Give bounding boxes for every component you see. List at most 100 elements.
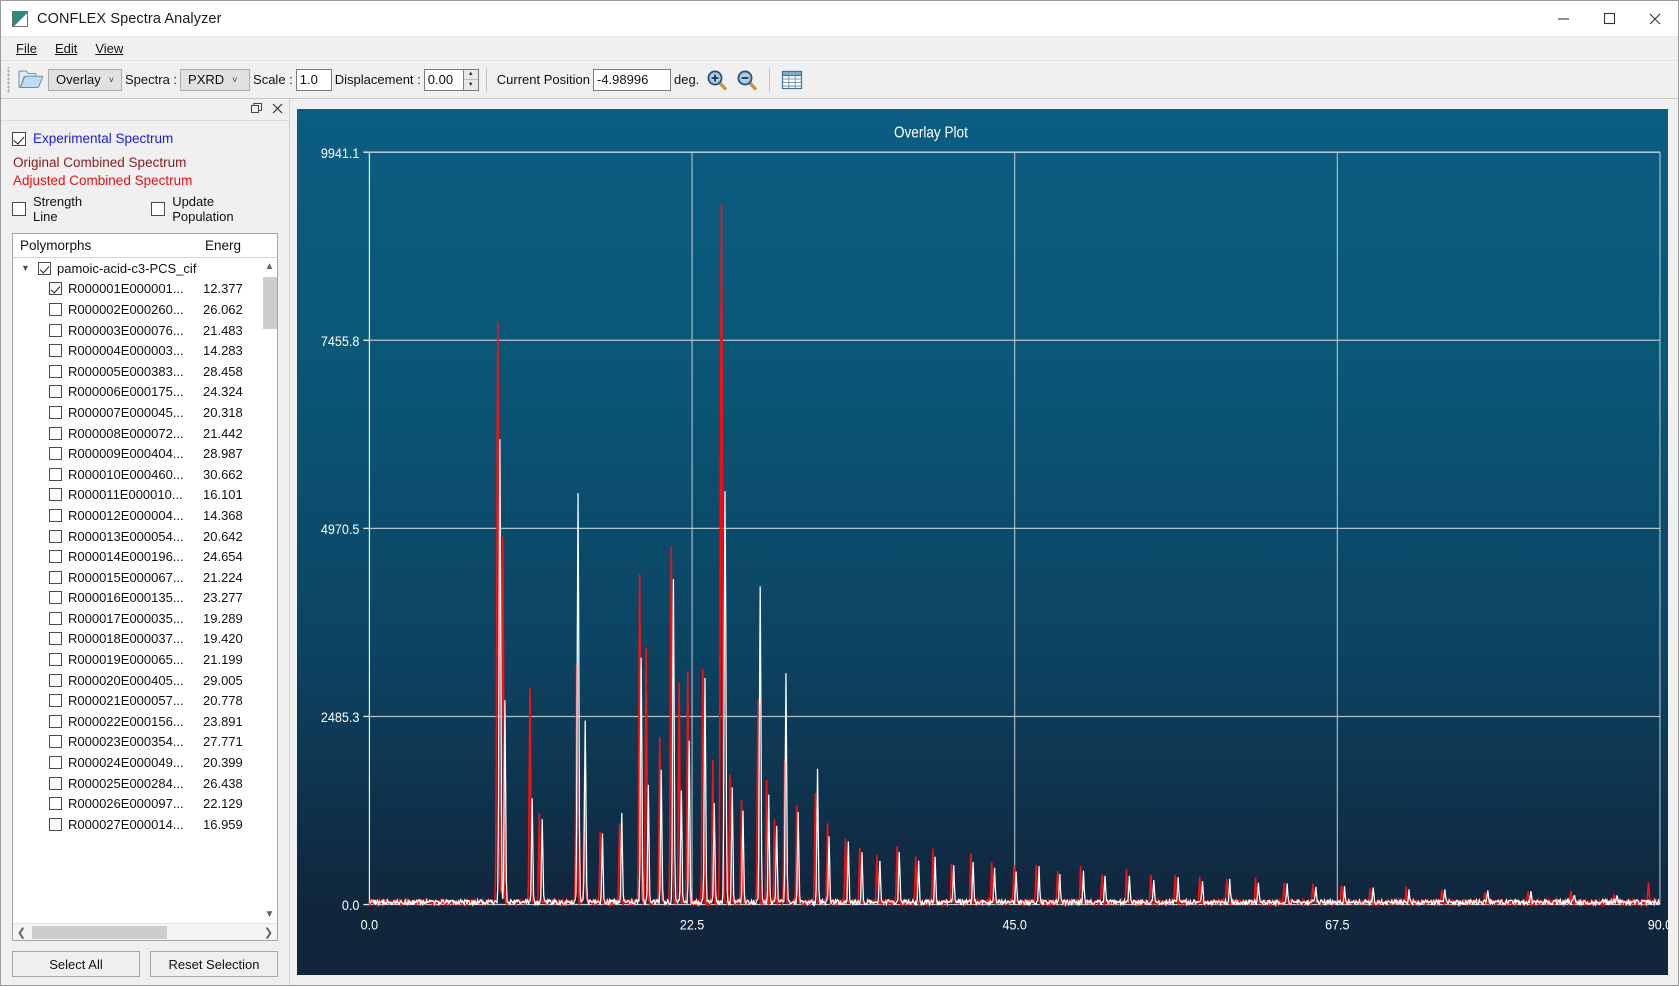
tree-row[interactable]: R000022E000156... 23.891 [13, 711, 277, 732]
tree-row-checkbox[interactable] [49, 488, 62, 502]
tree-row[interactable]: R000009E000404... 28.987 [13, 443, 277, 464]
menu-edit[interactable]: Edit [46, 39, 86, 58]
vscroll-track[interactable] [261, 275, 277, 906]
legend-experimental-row[interactable]: Experimental Spectrum [12, 131, 278, 146]
tree-row-checkbox[interactable] [49, 385, 62, 399]
menu-bar: File Edit View [1, 37, 1678, 61]
tree-row-checkbox[interactable] [49, 611, 62, 625]
zoom-in-button[interactable] [702, 65, 732, 95]
overlay-plot-svg[interactable]: Overlay Plot 0.0 2485.3 4970.5 7455.8 9941.1 0… [297, 109, 1668, 975]
tree-row-checkbox[interactable] [49, 673, 62, 687]
open-file-button[interactable] [14, 65, 48, 95]
tree-row-checkbox[interactable] [49, 467, 62, 481]
tree-row[interactable]: R000005E000383... 28.458 [13, 361, 277, 382]
tree-row-checkbox[interactable] [49, 364, 62, 378]
tree-row[interactable]: R000012E000004... 14.368 [13, 505, 277, 526]
tree-row[interactable]: R000001E000001... 12.377 [13, 279, 277, 300]
vscroll-thumb[interactable] [262, 277, 277, 329]
scroll-up-icon[interactable]: ▲ [262, 258, 278, 275]
tree-row[interactable]: R000025E000284... 26.438 [13, 773, 277, 794]
tree-row-checkbox[interactable] [49, 694, 62, 708]
tree-row[interactable]: R000024E000049... 20.399 [13, 752, 277, 773]
tree-row-checkbox[interactable] [49, 550, 62, 564]
parent-checkbox[interactable] [38, 261, 51, 275]
tree-row-checkbox[interactable] [49, 405, 62, 419]
tree-row-checkbox[interactable] [49, 714, 62, 728]
menu-file[interactable]: File [7, 39, 46, 58]
menu-view[interactable]: View [86, 39, 132, 58]
toolbar-grip[interactable] [5, 66, 12, 93]
tree-row[interactable]: R000018E000037... 19.420 [13, 629, 277, 650]
scroll-left-icon[interactable]: ❮ [13, 926, 30, 939]
tree-row-checkbox[interactable] [49, 817, 62, 831]
update-population-checkbox[interactable] [151, 202, 166, 216]
reset-selection-button[interactable]: Reset Selection [150, 951, 278, 977]
scroll-right-icon[interactable]: ❯ [260, 926, 277, 939]
spectra-select[interactable]: PXRD ˅ [180, 68, 251, 91]
experimental-spectrum-checkbox[interactable] [12, 131, 26, 146]
current-position-input[interactable]: -4.98996 [592, 68, 671, 91]
tree-row[interactable]: R000019E000065... 21.199 [13, 649, 277, 670]
close-icon[interactable] [272, 103, 283, 116]
tree-row[interactable]: R000014E000196... 24.654 [13, 546, 277, 567]
chevron-down-icon[interactable]: ▼ [19, 263, 32, 273]
tree-row[interactable]: R000015E000067... 21.224 [13, 567, 277, 588]
maximize-button[interactable] [1586, 1, 1632, 37]
close-button[interactable] [1632, 1, 1678, 37]
column-header-energy[interactable]: Energ [203, 238, 261, 253]
tree-parent-row[interactable]: ▼ pamoic-acid-c3-PCS_cif [13, 258, 277, 279]
strength-line-checkbox[interactable] [12, 202, 26, 216]
tree-horizontal-scrollbar[interactable]: ❮ ❯ [13, 923, 277, 940]
tree-row-checkbox[interactable] [49, 447, 62, 461]
column-header-polymorphs[interactable]: Polymorphs [13, 238, 203, 253]
tree-row-energy: 20.642 [203, 528, 243, 544]
tree-row[interactable]: R000017E000035... 19.289 [13, 608, 277, 629]
tree-row[interactable]: R000003E000076... 21.483 [13, 320, 277, 341]
restore-icon[interactable] [251, 103, 262, 116]
tree-row[interactable]: R000023E000354... 27.771 [13, 732, 277, 753]
overlay-plot[interactable]: Overlay Plot 0.0 2485.3 4970.5 7455.8 9941.1 0… [297, 109, 1668, 975]
stepper-down-icon[interactable]: ▼ [464, 80, 478, 90]
tree-row-checkbox[interactable] [49, 302, 62, 316]
mode-select[interactable]: Overlay ˅ [48, 68, 122, 91]
tree-row-checkbox[interactable] [49, 282, 62, 296]
tree-row-checkbox[interactable] [49, 570, 62, 584]
tree-row[interactable]: R000026E000097... 22.129 [13, 793, 277, 814]
tree-row-checkbox[interactable] [49, 756, 62, 770]
tree-row[interactable]: R000020E000405... 29.005 [13, 670, 277, 691]
tree-row-checkbox[interactable] [49, 426, 62, 440]
table-view-button[interactable] [777, 65, 807, 95]
tree-row[interactable]: R000002E000260... 26.062 [13, 299, 277, 320]
hscroll-track[interactable] [30, 924, 260, 941]
tree-row-checkbox[interactable] [49, 797, 62, 811]
tree-row-checkbox[interactable] [49, 344, 62, 358]
hscroll-thumb[interactable] [32, 925, 167, 939]
scroll-down-icon[interactable]: ▼ [262, 906, 278, 923]
minimize-button[interactable] [1540, 1, 1586, 37]
tree-row[interactable]: R000027E000014... 16.959 [13, 814, 277, 835]
tree-row[interactable]: R000013E000054... 20.642 [13, 526, 277, 547]
tree-row[interactable]: R000008E000072... 21.442 [13, 423, 277, 444]
zoom-out-button[interactable] [732, 65, 762, 95]
tree-row[interactable]: R000007E000045... 20.318 [13, 402, 277, 423]
displacement-input[interactable]: 0.00 [423, 68, 464, 91]
tree-vertical-scrollbar[interactable]: ▲ ▼ [261, 258, 277, 923]
tree-row-checkbox[interactable] [49, 735, 62, 749]
tree-row[interactable]: R000011E000010... 16.101 [13, 485, 277, 506]
tree-row[interactable]: R000004E000003... 14.283 [13, 340, 277, 361]
tree-row-checkbox[interactable] [49, 591, 62, 605]
tree-row-checkbox[interactable] [49, 653, 62, 667]
displacement-stepper[interactable]: ▲ ▼ [463, 68, 479, 91]
tree-row[interactable]: R000010E000460... 30.662 [13, 464, 277, 485]
tree-row[interactable]: R000006E000175... 24.324 [13, 382, 277, 403]
tree-row[interactable]: R000016E000135... 23.277 [13, 588, 277, 609]
scale-input[interactable]: 1.0 [295, 68, 332, 91]
stepper-up-icon[interactable]: ▲ [463, 70, 478, 80]
tree-row-checkbox[interactable] [49, 776, 62, 790]
tree-row-checkbox[interactable] [49, 529, 62, 543]
tree-row-checkbox[interactable] [49, 323, 62, 337]
tree-row-checkbox[interactable] [49, 508, 62, 522]
select-all-button[interactable]: Select All [12, 951, 140, 977]
tree-row-checkbox[interactable] [49, 632, 62, 646]
tree-row[interactable]: R000021E000057... 20.778 [13, 690, 277, 711]
